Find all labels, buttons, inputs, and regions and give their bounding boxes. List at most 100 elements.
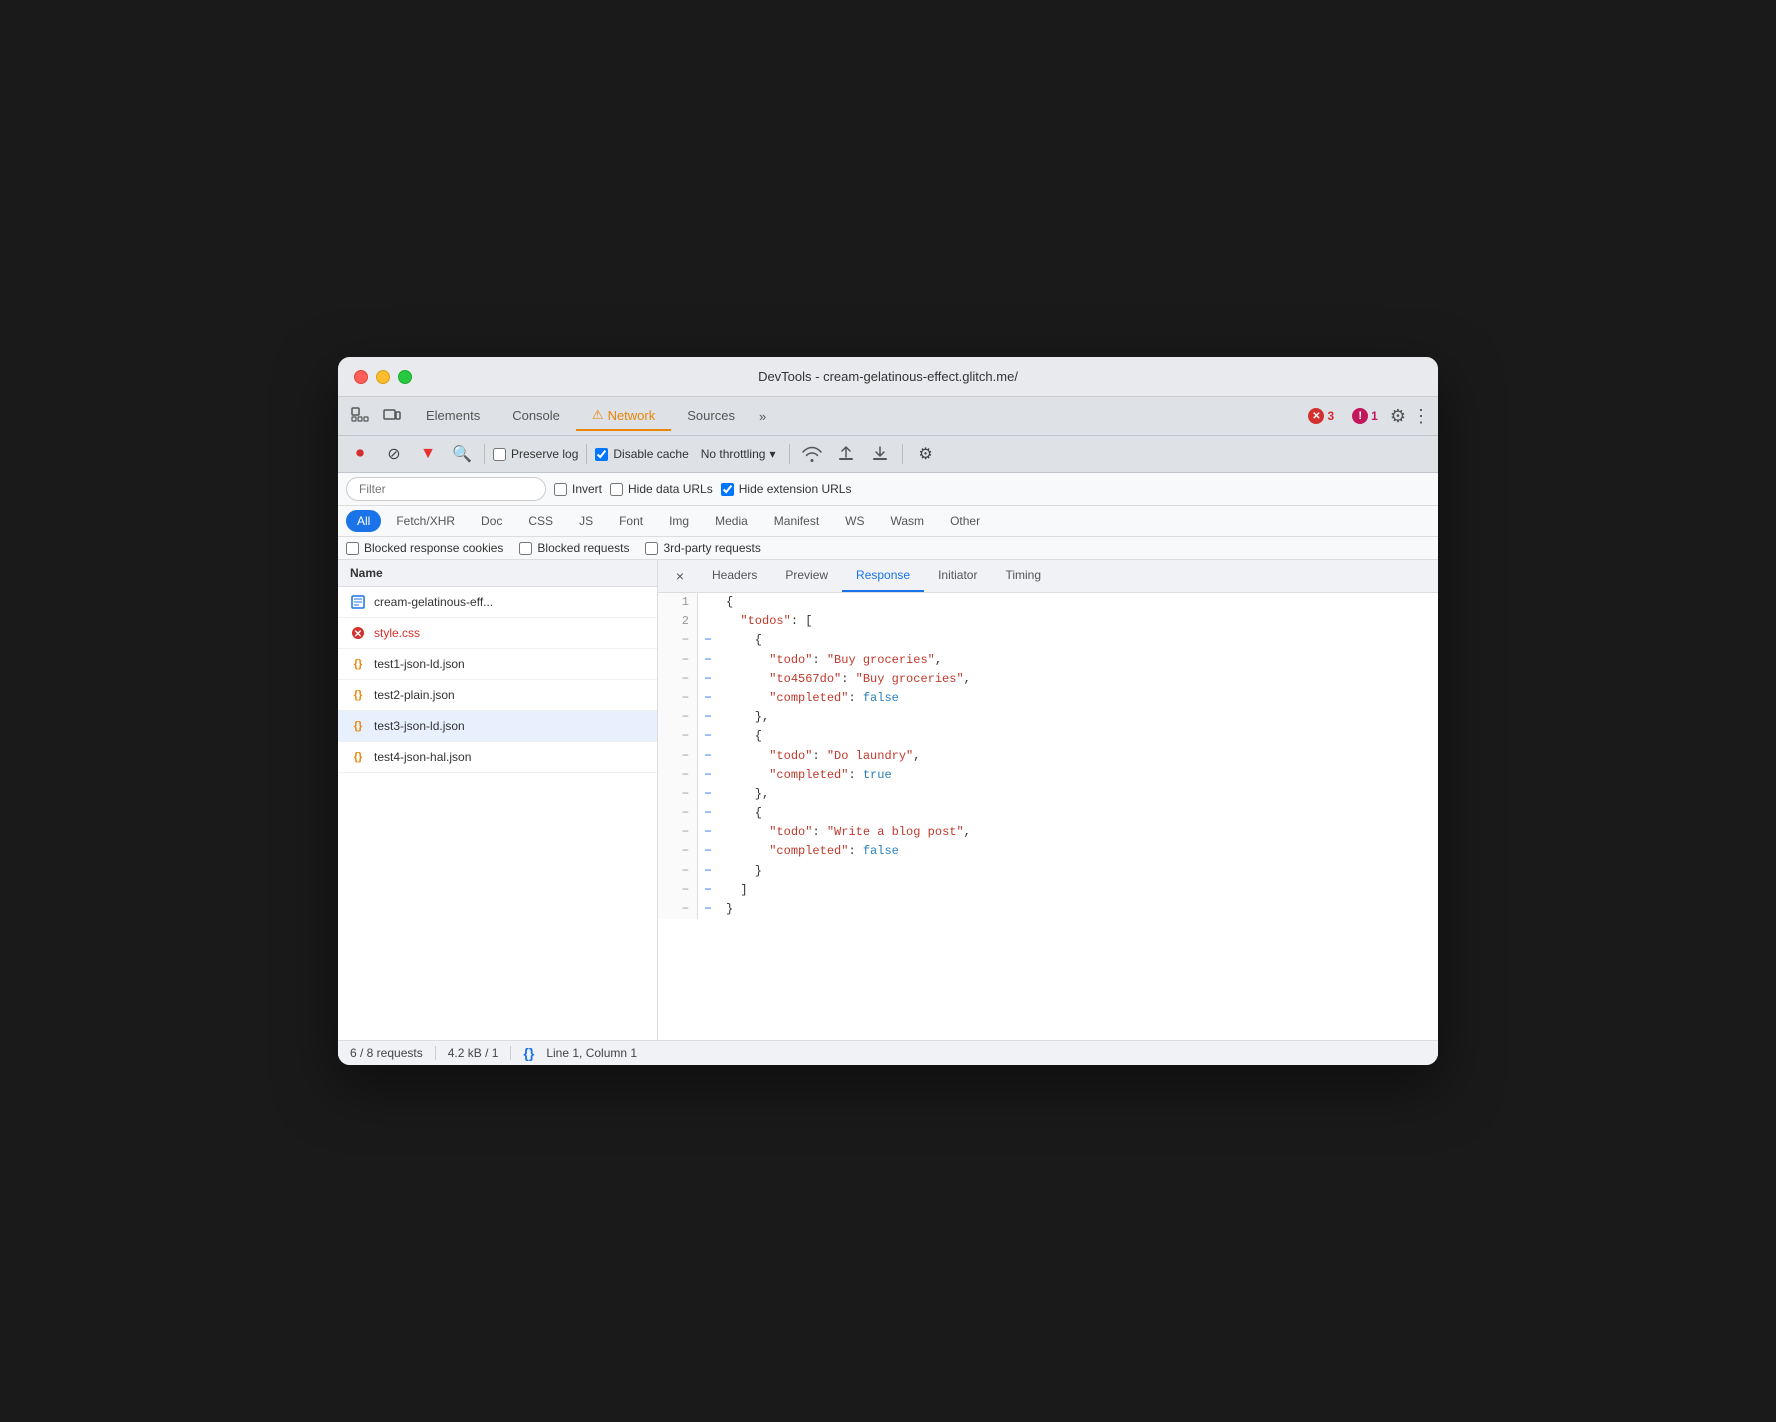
collapse-arrow[interactable]: − — [698, 900, 718, 919]
upload-icon[interactable] — [832, 440, 860, 468]
minimize-button[interactable] — [376, 370, 390, 384]
download-icon[interactable] — [866, 440, 894, 468]
code-line: − − ] — [658, 881, 1438, 900]
blocked-requests-input[interactable] — [519, 542, 532, 555]
disable-cache-input[interactable] — [595, 448, 608, 461]
devtools-settings-icon[interactable]: ⚙ — [1390, 406, 1406, 427]
toolbar-separator-4 — [902, 444, 903, 464]
collapse-arrow[interactable]: − — [698, 631, 718, 650]
type-btn-other[interactable]: Other — [939, 510, 991, 532]
line-number: − — [658, 747, 698, 766]
type-btn-doc[interactable]: Doc — [470, 510, 513, 532]
throttle-select[interactable]: No throttling ▾ — [695, 444, 782, 464]
clear-button[interactable]: ⊘ — [380, 440, 408, 468]
file-item-test1[interactable]: {} test1-json-ld.json — [338, 649, 657, 680]
collapse-arrow[interactable]: − — [698, 651, 718, 670]
maximize-button[interactable] — [398, 370, 412, 384]
top-toolbar: Elements Console ⚠ Network Sources » ✕ 3… — [338, 397, 1438, 436]
error-badge-warnings[interactable]: ! 1 — [1346, 406, 1384, 426]
blocked-cookies-checkbox[interactable]: Blocked response cookies — [346, 541, 503, 555]
network-settings-icon[interactable]: ⚙ — [911, 440, 939, 468]
search-icon[interactable]: 🔍 — [448, 440, 476, 468]
tab-preview[interactable]: Preview — [771, 560, 842, 592]
file-item-cream[interactable]: cream-gelatinous-eff... — [338, 587, 657, 618]
tab-network[interactable]: ⚠ Network — [576, 401, 671, 431]
toolbar-separator-1 — [484, 444, 485, 464]
record-button[interactable]: ⏺ — [346, 440, 374, 468]
line-number: − — [658, 862, 698, 881]
code-viewer[interactable]: 1 { 2 "todos": [ − − { — [658, 593, 1438, 1040]
preserve-log-input[interactable] — [493, 448, 506, 461]
tab-timing[interactable]: Timing — [991, 560, 1055, 592]
collapse-arrow[interactable]: − — [698, 766, 718, 785]
collapse-arrow[interactable]: − — [698, 881, 718, 900]
file-item-test3[interactable]: {} test3-json-ld.json — [338, 711, 657, 742]
chevron-down-icon: ▾ — [769, 447, 775, 461]
type-btn-js[interactable]: JS — [568, 510, 604, 532]
collapse-arrow[interactable]: − — [698, 785, 718, 804]
code-content: "todo": "Write a blog post", — [718, 823, 979, 842]
hide-extension-urls-input[interactable] — [721, 483, 734, 496]
preserve-log-checkbox[interactable]: Preserve log — [493, 447, 578, 461]
tab-more[interactable]: » — [751, 403, 774, 430]
collapse-arrow[interactable]: − — [698, 727, 718, 746]
file-item-style[interactable]: ✕ style.css — [338, 618, 657, 649]
collapse-arrow[interactable]: − — [698, 862, 718, 881]
invert-input[interactable] — [554, 483, 567, 496]
collapse-arrow[interactable]: − — [698, 747, 718, 766]
type-btn-media[interactable]: Media — [704, 510, 759, 532]
hide-extension-urls-checkbox[interactable]: Hide extension URLs — [721, 482, 852, 496]
disable-cache-checkbox[interactable]: Disable cache — [595, 447, 688, 461]
inspect-element-icon[interactable] — [346, 402, 374, 430]
tab-sources[interactable]: Sources — [671, 402, 751, 431]
code-line: − − } — [658, 900, 1438, 919]
wifi-icon[interactable] — [798, 440, 826, 468]
type-btn-ws[interactable]: WS — [834, 510, 875, 532]
toolbar-separator-2 — [586, 444, 587, 464]
tab-initiator[interactable]: Initiator — [924, 560, 991, 592]
close-panel-button[interactable]: × — [666, 562, 694, 590]
code-line: − − "completed": false — [658, 842, 1438, 861]
invert-checkbox[interactable]: Invert — [554, 482, 602, 496]
type-btn-wasm[interactable]: Wasm — [880, 510, 936, 532]
collapse-arrow[interactable]: − — [698, 708, 718, 727]
type-btn-font[interactable]: Font — [608, 510, 654, 532]
file-list: Name cream-gelatinous-eff... — [338, 560, 658, 1040]
blocked-requests-checkbox[interactable]: Blocked requests — [519, 541, 629, 555]
blocked-cookies-input[interactable] — [346, 542, 359, 555]
error-badge-errors[interactable]: ✕ 3 — [1302, 406, 1340, 426]
type-btn-fetch-xhr[interactable]: Fetch/XHR — [385, 510, 466, 532]
status-bar: 6 / 8 requests 4.2 kB / 1 {} Line 1, Col… — [338, 1040, 1438, 1065]
devtools-more-icon[interactable]: ⋮ — [1412, 406, 1430, 427]
type-btn-all[interactable]: All — [346, 510, 381, 532]
type-btn-manifest[interactable]: Manifest — [763, 510, 830, 532]
collapse-arrow[interactable]: − — [698, 804, 718, 823]
file-item-test2[interactable]: {} test2-plain.json — [338, 680, 657, 711]
collapse-arrow[interactable]: − — [698, 689, 718, 708]
tab-console[interactable]: Console — [496, 402, 576, 431]
devtools-window: DevTools - cream-gelatinous-effect.glitc… — [338, 357, 1438, 1065]
collapse-arrow[interactable]: − — [698, 670, 718, 689]
json-format-icon[interactable]: {} — [523, 1045, 534, 1061]
tab-headers[interactable]: Headers — [698, 560, 771, 592]
tab-elements[interactable]: Elements — [410, 402, 496, 431]
hide-data-urls-checkbox[interactable]: Hide data URLs — [610, 482, 713, 496]
tab-response[interactable]: Response — [842, 560, 924, 592]
type-btn-img[interactable]: Img — [658, 510, 700, 532]
hide-data-urls-input[interactable] — [610, 483, 623, 496]
collapse-arrow[interactable]: − — [698, 823, 718, 842]
collapse-arrow[interactable]: − — [698, 842, 718, 861]
type-btn-css[interactable]: CSS — [517, 510, 564, 532]
file-item-test4[interactable]: {} test4-json-hal.json — [338, 742, 657, 773]
code-content: }, — [718, 785, 777, 804]
filter-input[interactable] — [346, 477, 546, 501]
close-button[interactable] — [354, 370, 368, 384]
code-line: 2 "todos": [ — [658, 612, 1438, 631]
third-party-checkbox[interactable]: 3rd-party requests — [645, 541, 760, 555]
third-party-input[interactable] — [645, 542, 658, 555]
filter-icon[interactable]: ▼ — [414, 440, 442, 468]
code-content: "todo": "Do laundry", — [718, 747, 928, 766]
device-toggle-icon[interactable] — [378, 402, 406, 430]
line-number: − — [658, 689, 698, 708]
code-content: "todo": "Buy groceries", — [718, 651, 950, 670]
